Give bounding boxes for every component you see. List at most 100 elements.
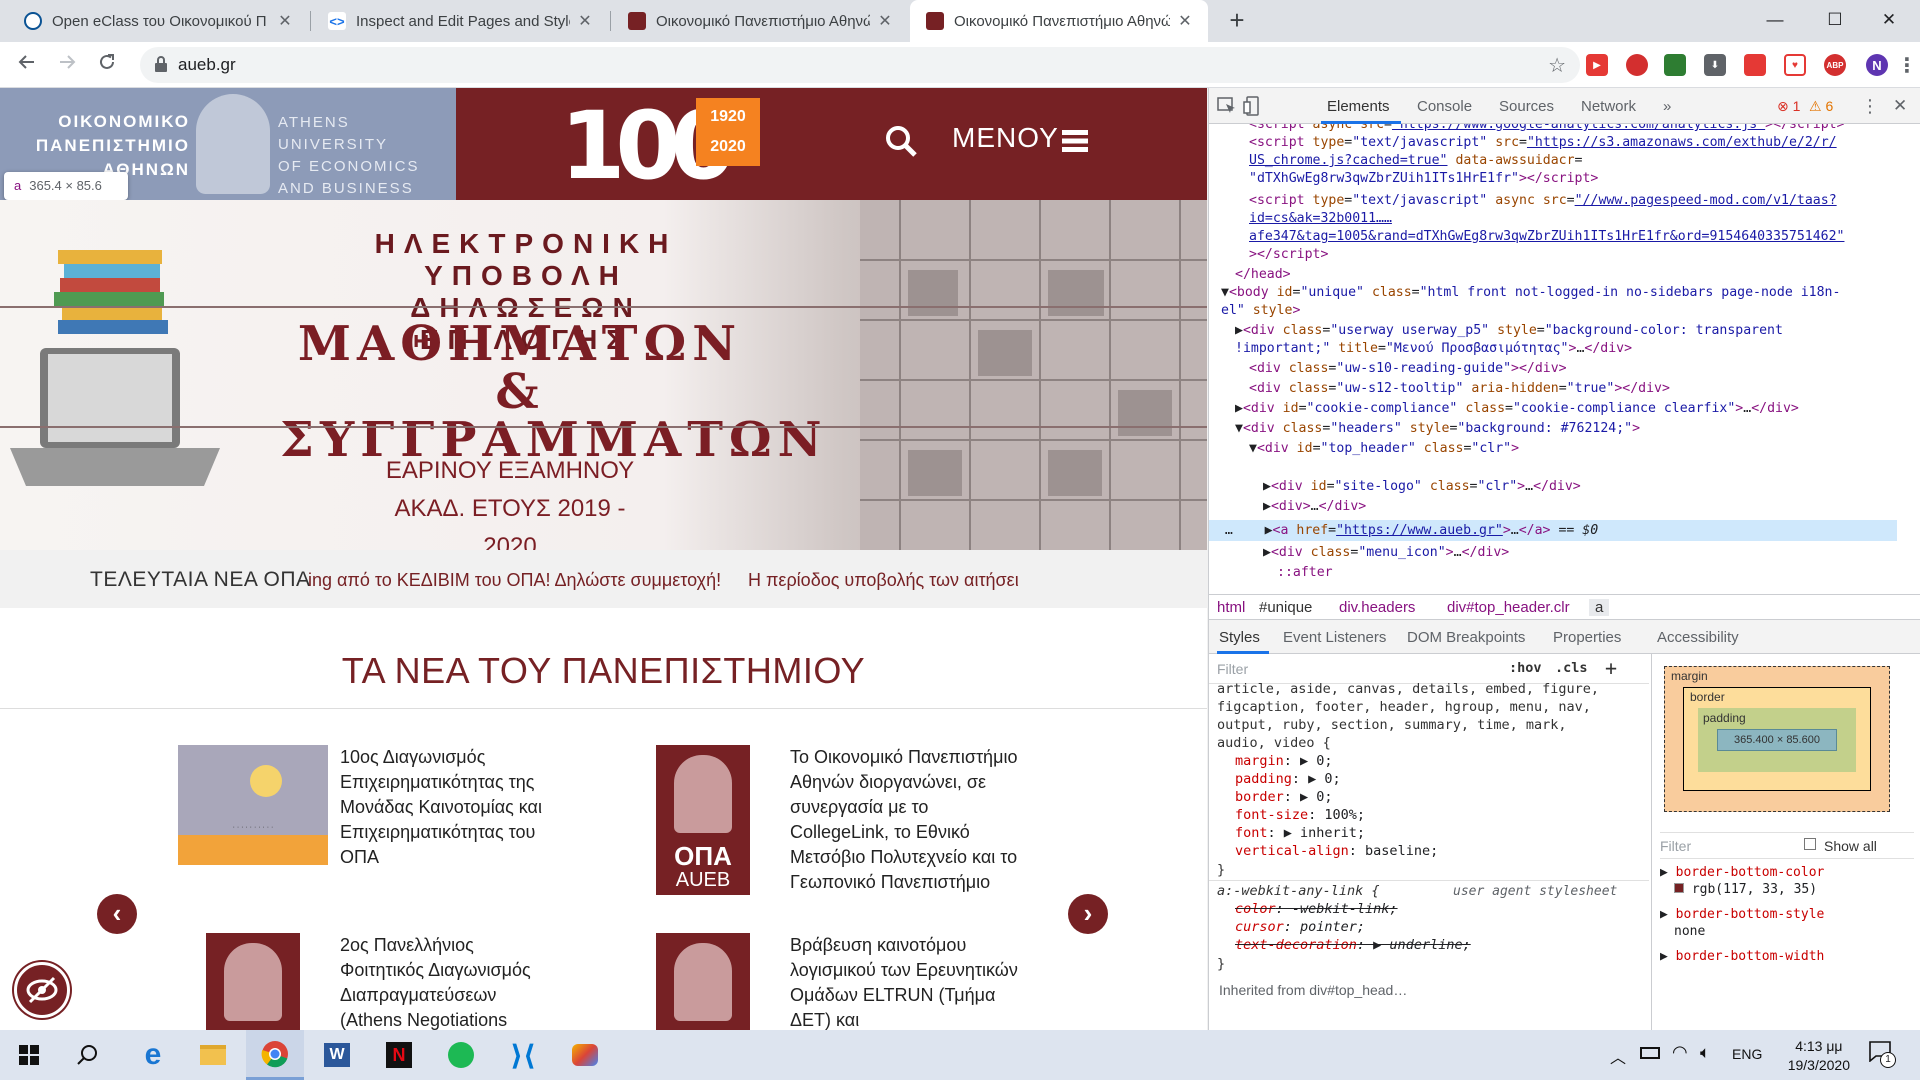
- dom-line[interactable]: ▶<div id="cookie-compliance" class="cook…: [1235, 398, 1799, 419]
- news-thumbnail-lightbulb[interactable]: · · · · · · · · · ·: [178, 745, 328, 865]
- news-item-text[interactable]: 10ος Διαγωνισμός Επιχειρηματικότητας της…: [340, 745, 560, 870]
- bookmark-star-icon[interactable]: ☆: [1548, 53, 1566, 78]
- new-style-rule-button[interactable]: +: [1605, 656, 1617, 680]
- accessibility-eye-icon[interactable]: [14, 962, 70, 1018]
- news-item-text[interactable]: 2ος Πανελλήνιος Φοιτητικός Διαγωνισμός Δ…: [340, 933, 560, 1030]
- extension-heart-icon[interactable]: ♥: [1784, 54, 1806, 76]
- dom-line[interactable]: ▶<div id="site-logo" class="clr">…</div>: [1263, 476, 1581, 497]
- show-all-checkbox[interactable]: [1804, 838, 1816, 850]
- dom-line[interactable]: ::after: [1277, 562, 1333, 583]
- hero-banner[interactable]: ΗΛΕΚΤΡΟΝΙΚΗ ΥΠΟΒΟΛΗ ΔΗΛΩΣΕΩΝ ΕΠΙΛΟΓΗΣ ΜΑ…: [0, 200, 1207, 560]
- box-model-padding[interactable]: padding 365.400 × 85.600: [1698, 708, 1856, 772]
- tab-event-listeners[interactable]: Event Listeners: [1283, 629, 1386, 646]
- tab-devtools-docs[interactable]: <> Inspect and Edit Pages and Styles ✕: [312, 0, 608, 42]
- extension-youtube-icon[interactable]: ▶: [1586, 54, 1608, 76]
- taskbar-word[interactable]: W: [308, 1030, 366, 1080]
- close-tab-icon[interactable]: ✕: [876, 11, 894, 31]
- taskbar-vscode[interactable]: ⟩⟨: [494, 1030, 552, 1080]
- breadcrumb-item[interactable]: html: [1217, 599, 1245, 616]
- color-swatch[interactable]: [1674, 883, 1684, 893]
- breadcrumb-item[interactable]: div.headers: [1339, 599, 1415, 616]
- news-thumbnail-opa[interactable]: [656, 933, 750, 1030]
- ticker-item[interactable]: ing από το ΚΕΔΙΒΙΜ του ΟΠΑ! Δηλώστε συμμ…: [308, 570, 721, 591]
- search-icon[interactable]: [884, 124, 918, 158]
- box-model-border[interactable]: border padding 365.400 × 85.600: [1683, 687, 1871, 791]
- extension-green-icon[interactable]: [1664, 54, 1686, 76]
- input-language[interactable]: ENG: [1732, 1046, 1762, 1062]
- computed-filter-input[interactable]: Filter: [1660, 838, 1691, 854]
- warning-count[interactable]: ⚠ 6: [1809, 98, 1833, 115]
- show-hidden-icons-chevron-icon[interactable]: ︿: [1610, 1044, 1626, 1068]
- hover-state-toggle[interactable]: :hov: [1509, 660, 1542, 676]
- system-clock[interactable]: 4:13 μμ 19/3/2020: [1788, 1037, 1850, 1075]
- dom-line[interactable]: ▼<body id="unique" class="html front not…: [1221, 282, 1840, 303]
- taskbar-netflix[interactable]: N: [370, 1030, 428, 1080]
- box-model-content[interactable]: 365.400 × 85.600: [1717, 729, 1837, 751]
- box-model-margin[interactable]: margin border padding 365.400 × 85.600: [1664, 666, 1890, 812]
- taskbar-paint[interactable]: [556, 1030, 614, 1080]
- menu-label[interactable]: ΜΕΝΟΥ: [952, 122, 1059, 154]
- taskbar-chrome[interactable]: [246, 1030, 304, 1080]
- elements-dom-tree[interactable]: <script async src="https://www.google-an…: [1209, 124, 1920, 594]
- breadcrumb-item[interactable]: div#top_header.clr: [1447, 599, 1570, 616]
- url-text[interactable]: aueb.gr: [178, 55, 236, 75]
- dom-line[interactable]: <div class="uw-s10-reading-guide"></div>: [1249, 358, 1567, 379]
- extension-red-icon[interactable]: [1626, 54, 1648, 76]
- devtools-more-tabs[interactable]: »: [1663, 98, 1671, 115]
- devtools-menu-icon[interactable]: ⋮: [1861, 96, 1879, 117]
- dom-line[interactable]: ▼<div id="top_header" class="clr">: [1249, 438, 1519, 459]
- new-tab-button[interactable]: +: [1222, 6, 1252, 36]
- error-count[interactable]: ⊗ 1: [1777, 98, 1800, 115]
- class-toggle[interactable]: .cls: [1555, 660, 1588, 676]
- reload-button[interactable]: [92, 50, 122, 80]
- tab-styles[interactable]: Styles: [1219, 629, 1260, 646]
- inspect-element-icon[interactable]: [1217, 97, 1237, 115]
- news-item-text[interactable]: Βράβευση καινοτόμου λογισμικού των Ερευν…: [790, 933, 1020, 1030]
- start-button[interactable]: [0, 1030, 58, 1080]
- inherited-from-label[interactable]: Inherited from div#top_head…: [1219, 982, 1407, 998]
- styles-filter-input[interactable]: Filter: [1217, 661, 1248, 677]
- breadcrumb-item-active[interactable]: a: [1589, 599, 1610, 616]
- volume-icon[interactable]: 🔈︎: [1700, 1043, 1710, 1063]
- minimize-button[interactable]: —: [1744, 0, 1806, 40]
- action-center-button[interactable]: 1: [1868, 1040, 1898, 1070]
- devtools-tab-elements[interactable]: Elements: [1327, 98, 1390, 115]
- adblock-icon[interactable]: ABP: [1824, 54, 1846, 76]
- tab-eclass[interactable]: Open eClass του Οικονομικού Π ✕: [8, 0, 308, 42]
- devtools-tab-console[interactable]: Console: [1417, 98, 1472, 115]
- dom-line[interactable]: ▼<div class="headers" style="background:…: [1235, 418, 1640, 439]
- chrome-menu-icon[interactable]: ⋮: [1897, 54, 1917, 77]
- computed-property[interactable]: ▶ border-bottom-style: [1660, 906, 1824, 923]
- news-item-text[interactable]: Το Οικονομικό Πανεπιστήμιο Αθηνών διοργα…: [790, 745, 1020, 895]
- close-tab-icon[interactable]: ✕: [576, 11, 594, 31]
- forward-button[interactable]: [52, 50, 82, 80]
- dom-line[interactable]: <div class="uw-s12-tooltip" aria-hidden=…: [1249, 378, 1670, 399]
- close-window-button[interactable]: ✕: [1858, 0, 1920, 40]
- ticker-item[interactable]: Η περίοδος υποβολής των αιτήσει: [748, 570, 1019, 591]
- close-tab-icon[interactable]: ✕: [276, 11, 294, 31]
- search-button[interactable]: [58, 1030, 116, 1080]
- dom-line[interactable]: ▶<div class="menu_icon">…</div>: [1263, 542, 1509, 563]
- tab-aueb-1[interactable]: Οικονομικό Πανεπιστήμιο Αθηνώ ✕: [612, 0, 908, 42]
- taskbar-edge[interactable]: e: [124, 1030, 182, 1080]
- devtools-tab-network[interactable]: Network: [1581, 98, 1636, 115]
- tab-properties[interactable]: Properties: [1553, 629, 1621, 646]
- devtools-tab-sources[interactable]: Sources: [1499, 98, 1554, 115]
- back-button[interactable]: [12, 50, 42, 80]
- tab-aueb-active[interactable]: Οικονομικό Πανεπιστήμιο Αθηνώ ✕: [910, 0, 1208, 42]
- dom-line[interactable]: ▶<div>…</div>: [1263, 496, 1366, 517]
- close-tab-icon[interactable]: ✕: [1176, 11, 1194, 31]
- carousel-next-button[interactable]: ›: [1068, 894, 1108, 934]
- breadcrumb-item[interactable]: #unique: [1259, 599, 1312, 616]
- tab-accessibility[interactable]: Accessibility: [1657, 629, 1739, 646]
- news-thumbnail-opa[interactable]: ΟΠΑ AUEB: [656, 745, 750, 895]
- wifi-icon[interactable]: ◠: [1672, 1042, 1688, 1063]
- hamburger-menu-icon[interactable]: [1062, 130, 1088, 152]
- css-rule-body[interactable]: margin: ▶ 0; padding: ▶ 0; border: ▶ 0; …: [1235, 752, 1438, 860]
- profile-avatar[interactable]: N: [1866, 54, 1888, 76]
- computed-property[interactable]: ▶ border-bottom-width: [1660, 948, 1824, 965]
- taskbar-spotify[interactable]: [432, 1030, 490, 1080]
- battery-icon[interactable]: [1640, 1047, 1660, 1059]
- devtools-close-icon[interactable]: ✕: [1893, 96, 1907, 116]
- extension-pocket-icon[interactable]: [1744, 54, 1766, 76]
